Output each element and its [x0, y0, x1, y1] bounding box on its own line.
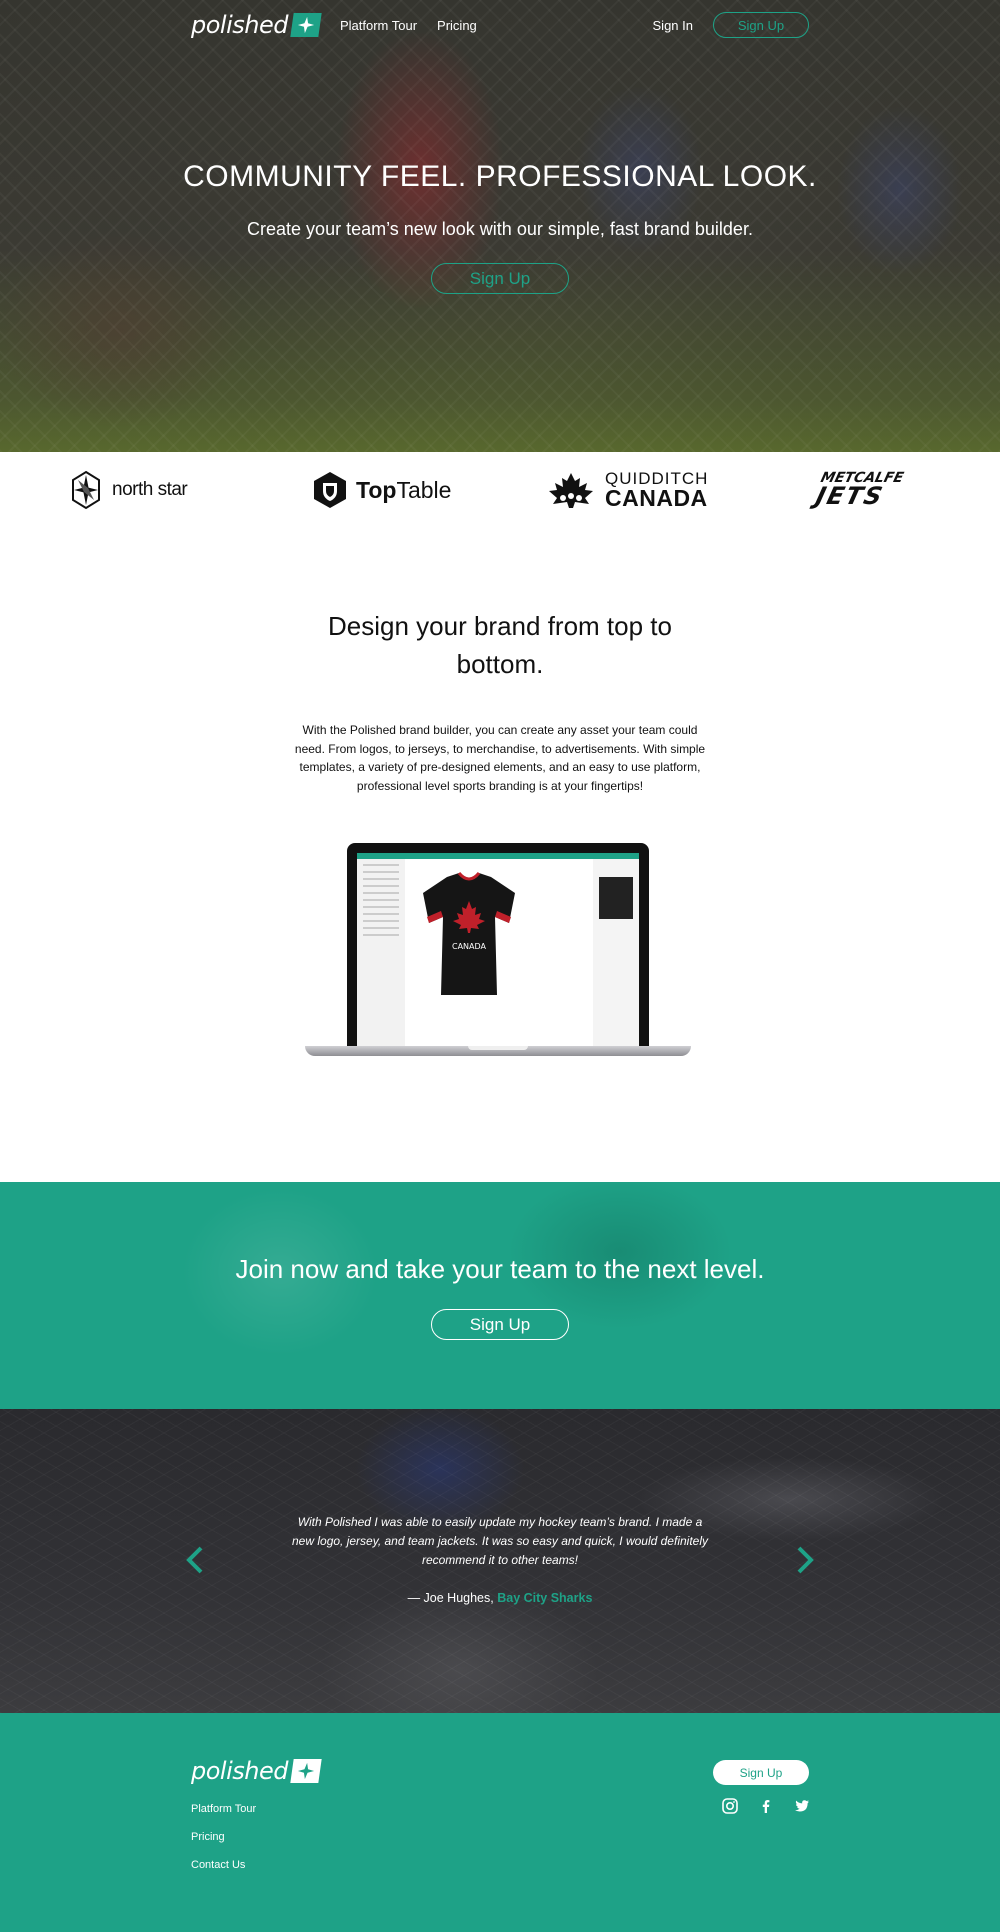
- toptable-bold-text: Top: [356, 476, 397, 503]
- testimonial-author: — Joe Hughes, Bay City Sharks: [0, 1591, 1000, 1605]
- nav-right: Sign In Sign Up: [653, 12, 809, 38]
- nav-links: Platform Tour Pricing: [320, 18, 477, 33]
- design-title: Design your brand from top to bottom.: [328, 611, 672, 679]
- instagram-icon[interactable]: [721, 1797, 739, 1815]
- design-description: With the Polished brand builder, you can…: [294, 723, 706, 793]
- footer-logo-text: polished: [191, 1757, 288, 1785]
- compass-icon: [72, 470, 100, 510]
- metcalfe-jets-logo: METCALFE JETS: [813, 468, 905, 512]
- canada-text: CANADA: [605, 485, 708, 511]
- twitter-icon[interactable]: [793, 1797, 811, 1815]
- editor-properties-panel: [593, 859, 639, 1046]
- social-links: [721, 1797, 811, 1815]
- facebook-icon[interactable]: [757, 1797, 775, 1815]
- maple-leaf-icon: [549, 473, 593, 508]
- toptable-logo: TopTable: [312, 468, 451, 512]
- logo[interactable]: polished: [191, 11, 322, 39]
- north-star-logo: north star: [68, 468, 188, 512]
- jersey-text: CANADA: [452, 942, 487, 951]
- hero-title: COMMUNITY FEEL. PROFESSIONAL LOOK.: [183, 160, 817, 193]
- footer-link-platform-tour[interactable]: Platform Tour: [191, 1801, 256, 1817]
- hero-sign-up-button[interactable]: Sign Up: [431, 263, 569, 294]
- footer: polished Platform Tour Pricing Contact U…: [0, 1713, 1000, 1932]
- laptop-mockup-image: CANADA: [305, 843, 691, 1059]
- editor-sidebar: [357, 859, 405, 1046]
- nav-pricing[interactable]: Pricing: [437, 18, 477, 33]
- next-testimonial-icon[interactable]: [793, 1543, 817, 1577]
- team-link[interactable]: Bay City Sharks: [497, 1591, 592, 1605]
- join-sign-up-button[interactable]: Sign Up: [431, 1309, 569, 1340]
- hero-section: polished Platform Tour Pricing Sign In S…: [0, 0, 1000, 452]
- laptop-screen: CANADA: [347, 843, 649, 1046]
- star-logo-icon: [290, 13, 322, 37]
- hero-subtitle: Create your team’s new look with our sim…: [247, 219, 753, 239]
- quidditch-canada-logo: QUIDDITCH CANADA: [545, 468, 708, 512]
- testimonial-quote: With Polished I was able to easily updat…: [292, 1515, 708, 1567]
- top-nav: polished Platform Tour Pricing Sign In S…: [191, 10, 809, 40]
- toptable-shield-icon: [314, 472, 346, 508]
- footer-link-contact-us[interactable]: Contact Us: [191, 1857, 256, 1873]
- nav-sign-up-button[interactable]: Sign Up: [713, 12, 809, 38]
- client-logos: north star TopTable QUIDDITCH CANADA MET…: [0, 452, 1000, 532]
- footer-logo[interactable]: polished: [191, 1757, 322, 1785]
- logo-text: polished: [191, 11, 288, 39]
- prev-testimonial-icon[interactable]: [183, 1543, 207, 1577]
- footer-links: Platform Tour Pricing Contact Us: [191, 1801, 256, 1873]
- sign-in-link[interactable]: Sign In: [653, 18, 693, 33]
- toptable-text: Table: [396, 476, 452, 503]
- author-name: — Joe Hughes,: [407, 1591, 498, 1605]
- star-logo-icon: [290, 1759, 322, 1783]
- jets-text: JETS: [812, 482, 887, 511]
- join-cta-section: Join now and take your team to the next …: [0, 1182, 1000, 1409]
- footer-sign-up-button[interactable]: Sign Up: [713, 1760, 809, 1785]
- join-title: Join now and take your team to the next …: [235, 1254, 765, 1284]
- testimonial-section: With Polished I was able to easily updat…: [0, 1409, 1000, 1713]
- nav-platform-tour[interactable]: Platform Tour: [340, 18, 417, 33]
- footer-link-pricing[interactable]: Pricing: [191, 1829, 256, 1845]
- north-star-text: north star: [112, 479, 188, 500]
- jersey-preview-icon: CANADA: [423, 871, 515, 995]
